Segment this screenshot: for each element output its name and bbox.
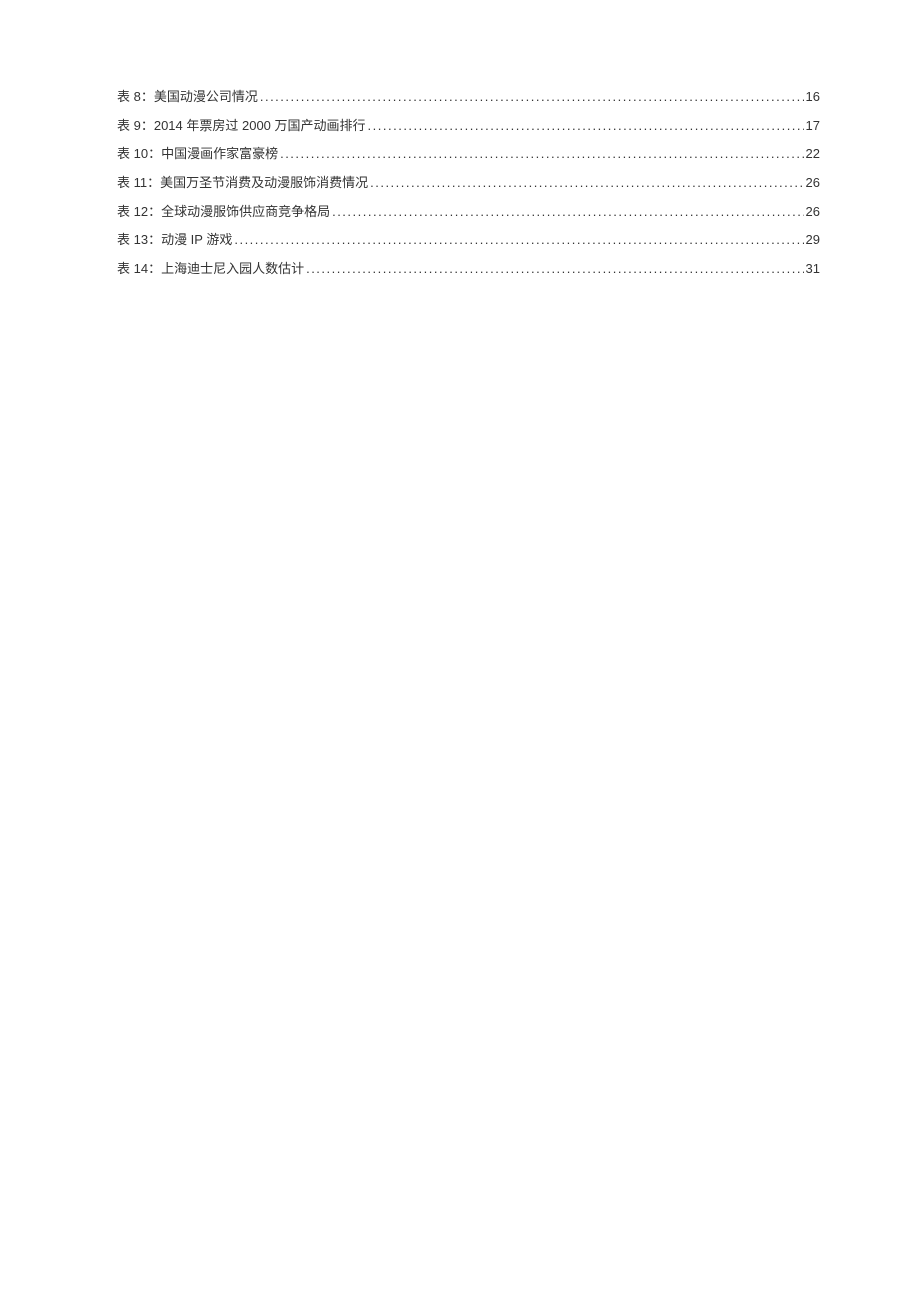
toc-entry-title: 表 12：全球动漫服饰供应商竞争格局 [117, 203, 330, 221]
toc-leader-dots [280, 145, 803, 163]
toc-entry-title: 表 13：动漫 IP 游戏 [117, 231, 232, 249]
toc-leader-dots [368, 117, 804, 135]
toc-leader-dots [332, 203, 803, 221]
toc-entry[interactable]: 表 8：美国动漫公司情况 16 [117, 88, 820, 106]
toc-entry-title: 表 14：上海迪士尼入园人数估计 [117, 260, 304, 278]
toc-entry-title: 表 8：美国动漫公司情况 [117, 88, 258, 106]
toc-entry-page: 26 [806, 203, 820, 221]
toc-entry-title: 表 10：中国漫画作家富豪榜 [117, 145, 278, 163]
toc-entry[interactable]: 表 13：动漫 IP 游戏 29 [117, 231, 820, 249]
toc-entry-page: 17 [806, 117, 820, 135]
toc-entry-page: 29 [806, 231, 820, 249]
toc-entry[interactable]: 表 10：中国漫画作家富豪榜 22 [117, 145, 820, 163]
toc-entry-page: 31 [806, 260, 820, 278]
toc-leader-dots [306, 260, 803, 278]
toc-entry-title: 表 11：美国万圣节消费及动漫服饰消费情况 [117, 174, 368, 192]
toc-leader-dots [234, 231, 803, 249]
toc-entry-page: 26 [806, 174, 820, 192]
toc-entry-page: 16 [806, 88, 820, 106]
table-of-contents: 表 8：美国动漫公司情况 16 表 9：2014 年票房过 2000 万国产动画… [117, 88, 820, 278]
toc-leader-dots [260, 88, 804, 106]
toc-entry[interactable]: 表 12：全球动漫服饰供应商竞争格局 26 [117, 203, 820, 221]
toc-entry[interactable]: 表 14：上海迪士尼入园人数估计 31 [117, 260, 820, 278]
toc-entry[interactable]: 表 9：2014 年票房过 2000 万国产动画排行 17 [117, 117, 820, 135]
toc-entry-page: 22 [806, 145, 820, 163]
toc-entry[interactable]: 表 11：美国万圣节消费及动漫服饰消费情况 26 [117, 174, 820, 192]
toc-leader-dots [370, 174, 803, 192]
toc-entry-title: 表 9：2014 年票房过 2000 万国产动画排行 [117, 117, 366, 135]
